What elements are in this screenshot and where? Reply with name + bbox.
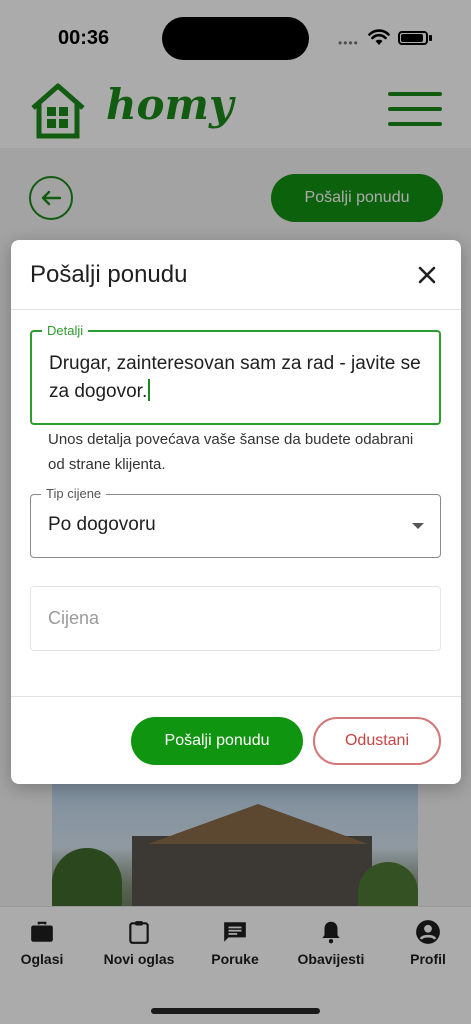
price-type-select[interactable]: Tip cijene Po dogovoru [30, 486, 441, 558]
divider [11, 309, 461, 310]
dropdown-arrow-icon [412, 523, 424, 529]
close-button[interactable] [414, 262, 440, 288]
send-offer-dialog: Pošalji ponudu Detalji Drugar, zainteres… [11, 240, 461, 784]
price-type-value: Po dogovoru [48, 514, 156, 535]
price-field[interactable] [30, 586, 441, 651]
divider [11, 696, 461, 697]
details-label: Detalji [42, 323, 89, 338]
price-type-label: Tip cijene [41, 486, 107, 501]
price-input[interactable] [31, 587, 440, 650]
details-field[interactable]: Detalji Drugar, zainteresovan sam za rad… [30, 323, 441, 425]
text-cursor [148, 379, 151, 401]
details-text: Drugar, zainteresovan sam za rad - javit… [49, 353, 421, 402]
home-indicator[interactable] [151, 1008, 320, 1014]
details-helper-text: Unos detalja povećava vaše šanse da bude… [48, 431, 414, 473]
close-icon [418, 266, 436, 284]
details-textarea[interactable]: Drugar, zainteresovan sam za rad - javit… [49, 350, 429, 406]
cancel-button[interactable]: Odustani [313, 717, 441, 765]
dialog-title: Pošalji ponudu [30, 261, 188, 288]
submit-offer-button[interactable]: Pošalji ponudu [131, 717, 303, 765]
